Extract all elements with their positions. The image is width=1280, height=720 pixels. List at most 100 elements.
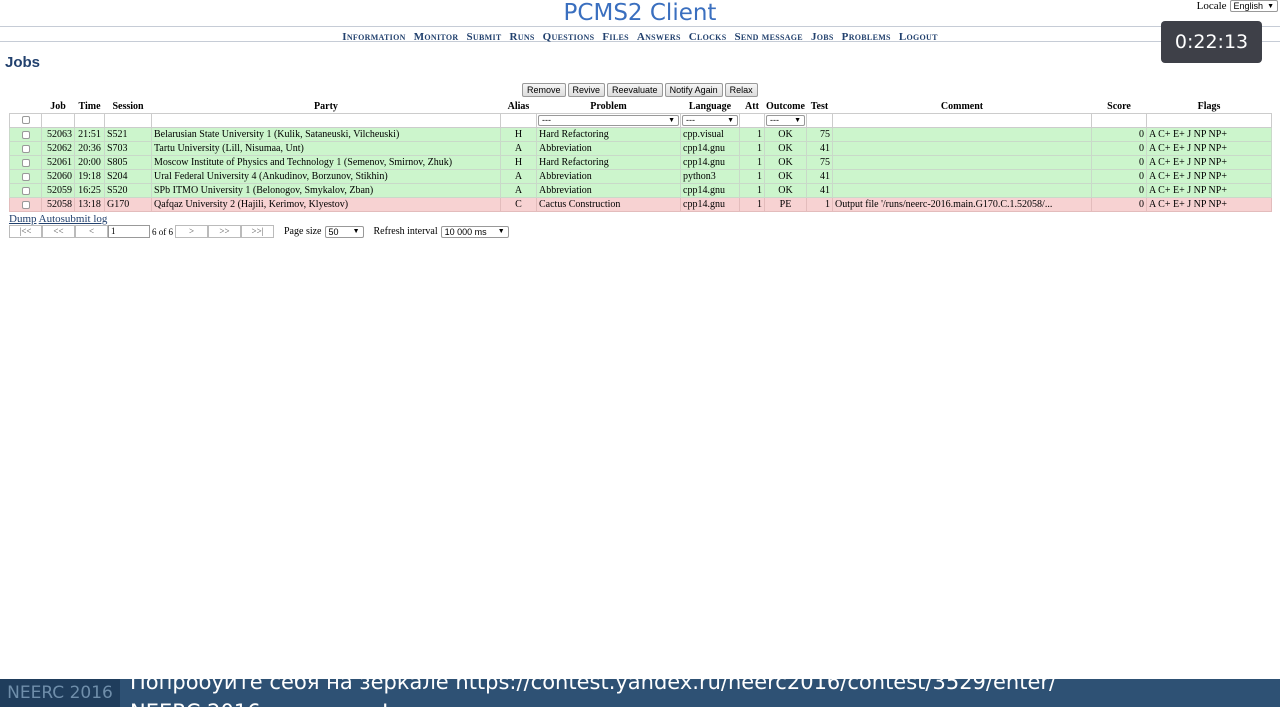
job-session: G170 — [104, 197, 152, 212]
job-attempt: 1 — [739, 183, 765, 198]
first-page-button[interactable]: |<< — [9, 225, 42, 238]
app-title: PCMS2 Client — [563, 0, 717, 26]
table-row[interactable]: 52058 13:18 G170 Qafqaz University 2 (Hajil… — [9, 197, 1272, 212]
job-score: 0 — [1091, 197, 1147, 212]
next-fast-button[interactable]: >> — [208, 225, 241, 238]
job-problem: Abbreviation — [536, 169, 681, 184]
outcome-filter-select[interactable]: --- ▼ — [766, 114, 805, 126]
prev-fast-button[interactable]: << — [42, 225, 75, 238]
job-id: 52060 — [41, 169, 75, 184]
menu-answers[interactable]: Answers — [637, 31, 681, 43]
header-language[interactable]: Language — [681, 100, 740, 113]
last-page-button[interactable]: >>| — [241, 225, 274, 238]
chevron-down-icon: ▼ — [497, 228, 505, 235]
job-id: 52062 — [41, 141, 75, 156]
page-title: Jobs — [5, 54, 41, 71]
page-count: 6 of 6 — [152, 226, 173, 237]
job-alias: A — [500, 183, 537, 198]
job-attempt: 1 — [739, 197, 765, 212]
row-checkbox[interactable] — [21, 158, 30, 167]
menu-questions[interactable]: Questions — [543, 31, 595, 43]
job-test: 75 — [806, 127, 833, 142]
row-checkbox[interactable] — [21, 200, 30, 209]
refresh-interval-select[interactable]: 10 000 ms ▼ — [440, 225, 509, 238]
main-menu: Information Monitor Submit Runs Question… — [0, 26, 1280, 43]
header-job[interactable]: Job — [42, 100, 75, 113]
menu-runs[interactable]: Runs — [510, 31, 535, 43]
job-party: Moscow Institute of Physics and Technolo… — [151, 155, 501, 170]
job-party: Qafqaz University 2 (Hajili, Kerimov, Kl… — [151, 197, 501, 212]
job-time: 16:25 — [74, 183, 105, 198]
job-comment — [832, 141, 1092, 156]
menu-submit[interactable]: Submit — [466, 31, 501, 43]
job-id: 52063 — [41, 127, 75, 142]
notify-again-button[interactable]: Notify Again — [664, 83, 723, 97]
header-att[interactable]: Att — [740, 100, 765, 113]
header-session[interactable]: Session — [105, 100, 152, 113]
header-score[interactable]: Score — [1092, 100, 1147, 113]
dump-link[interactable]: Dump — [9, 213, 37, 225]
locale-select[interactable]: English ▼ — [1229, 0, 1278, 12]
header-outcome[interactable]: Outcome — [765, 100, 807, 113]
table-row[interactable]: 52060 19:18 S204 Ural Federal University 4 … — [9, 169, 1272, 184]
row-checkbox[interactable] — [21, 172, 30, 181]
job-comment: Output file '/runs/neerc-2016.main.G170.… — [832, 197, 1092, 212]
job-alias: A — [500, 141, 537, 156]
job-problem: Hard Refactoring — [536, 127, 681, 142]
menu-information[interactable]: Information — [342, 31, 405, 43]
job-id: 52061 — [41, 155, 75, 170]
reevaluate-button[interactable]: Reevaluate — [607, 83, 663, 97]
prev-page-button[interactable]: < — [75, 225, 108, 238]
page-number-input[interactable]: 1 — [108, 225, 150, 238]
job-outcome: OK — [764, 183, 807, 198]
row-checkbox[interactable] — [21, 186, 30, 195]
table-row[interactable]: 52062 20:36 S703 Tartu University (Lill, Ni… — [9, 141, 1272, 156]
table-header-row: Job Time Session Party Alias Problem Lan… — [10, 100, 1272, 113]
job-score: 0 — [1091, 141, 1147, 156]
header-party[interactable]: Party — [152, 100, 501, 113]
menu-monitor[interactable]: Monitor — [414, 31, 459, 43]
menu-problems[interactable]: Problems — [842, 31, 891, 43]
job-alias: H — [500, 155, 537, 170]
next-page-button[interactable]: > — [175, 225, 208, 238]
problem-filter-select[interactable]: --- ▼ — [538, 114, 679, 126]
broadcast-banner: NEERC 2016 Попробуйте себя на зеркале ht… — [0, 679, 1280, 707]
job-attempt: 1 — [739, 169, 765, 184]
job-test: 75 — [806, 155, 833, 170]
header-test[interactable]: Test — [807, 100, 833, 113]
menu-files[interactable]: Files — [602, 31, 628, 43]
job-flags: A C+ E+ J NP NP+ — [1146, 169, 1272, 184]
menu-jobs[interactable]: Jobs — [811, 31, 834, 43]
header-comment[interactable]: Comment — [833, 100, 1092, 113]
header-alias[interactable]: Alias — [501, 100, 537, 113]
relax-button[interactable]: Relax — [724, 83, 758, 97]
job-session: S520 — [104, 183, 152, 198]
table-row[interactable]: 52059 16:25 S520 SPb ITMO University 1 (Bel… — [9, 183, 1272, 198]
header-problem[interactable]: Problem — [537, 100, 681, 113]
page-size-select[interactable]: 50 ▼ — [324, 225, 364, 238]
job-comment — [832, 127, 1092, 142]
job-attempt: 1 — [739, 141, 765, 156]
banner-ticker-text: Попробуйте себя на зеркале https://conte… — [130, 679, 1056, 707]
select-all-checkbox[interactable] — [21, 116, 30, 125]
banner-line-1: Попробуйте себя на зеркале https://conte… — [130, 679, 1057, 694]
row-checkbox[interactable] — [21, 144, 30, 153]
row-checkbox[interactable] — [21, 130, 30, 139]
menu-send-message[interactable]: Send message — [734, 31, 802, 43]
autosubmit-log-link[interactable]: Autosubmit log — [39, 213, 108, 225]
header-flags[interactable]: Flags — [1147, 100, 1272, 113]
remove-button[interactable]: Remove — [522, 83, 566, 97]
job-flags: A C+ E+ J NP NP+ — [1146, 127, 1272, 142]
job-outcome: PE — [764, 197, 807, 212]
table-row[interactable]: 52061 20:00 S805 Moscow Institute of Physic… — [9, 155, 1272, 170]
filter-row: --- ▼ --- ▼ --- ▼ — [9, 112, 1272, 128]
job-comment — [832, 183, 1092, 198]
menu-logout[interactable]: Logout — [899, 31, 938, 43]
table-row[interactable]: 52063 21:51 S521 Belarusian State Universit… — [9, 127, 1272, 142]
menu-clocks[interactable]: Clocks — [689, 31, 727, 43]
header-time[interactable]: Time — [75, 100, 105, 113]
revive-button[interactable]: Revive — [567, 83, 606, 97]
page-size-label: Page size — [284, 226, 322, 237]
language-filter-select[interactable]: --- ▼ — [682, 114, 738, 126]
job-score: 0 — [1091, 155, 1147, 170]
